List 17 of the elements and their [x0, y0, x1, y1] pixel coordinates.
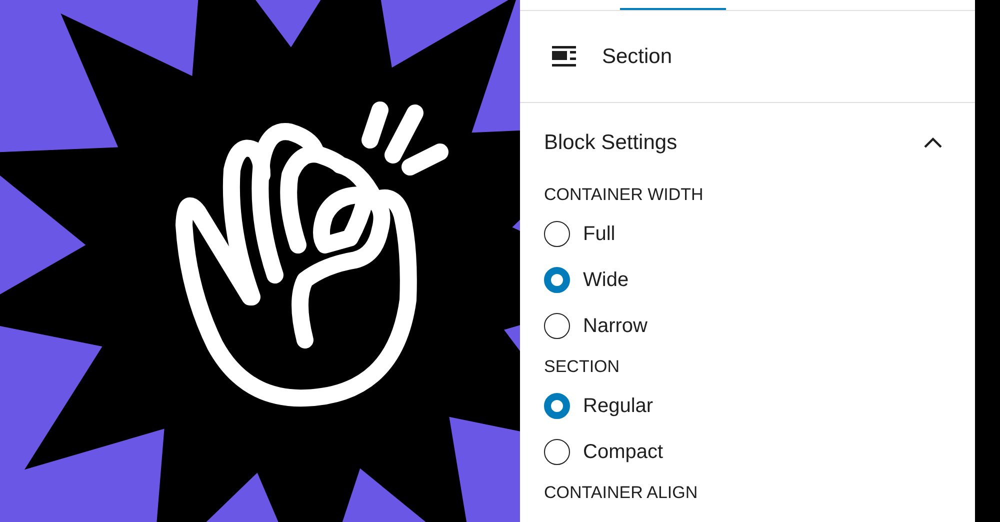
chevron-icon [923, 137, 943, 149]
group-label: CONTAINER WIDTH [544, 185, 704, 205]
radio-option[interactable]: Narrow [544, 303, 951, 349]
radio-option[interactable]: Compact [544, 429, 951, 475]
radio-button[interactable] [544, 221, 570, 247]
block-title: Section [602, 44, 672, 70]
radio-button[interactable] [544, 267, 570, 293]
radio-option[interactable]: Regular [544, 383, 951, 429]
block-settings-toggle[interactable]: Block Settings [520, 103, 975, 183]
radio-option[interactable]: Full [544, 211, 951, 257]
radio-button[interactable] [544, 439, 570, 465]
section-block-icon [552, 46, 576, 68]
radio-button[interactable] [544, 393, 570, 419]
group-label: CONTAINER ALIGN [544, 483, 699, 503]
radio-option[interactable]: Wide [544, 257, 951, 303]
radio-button[interactable] [544, 313, 570, 339]
group-label: SECTION [544, 357, 621, 377]
